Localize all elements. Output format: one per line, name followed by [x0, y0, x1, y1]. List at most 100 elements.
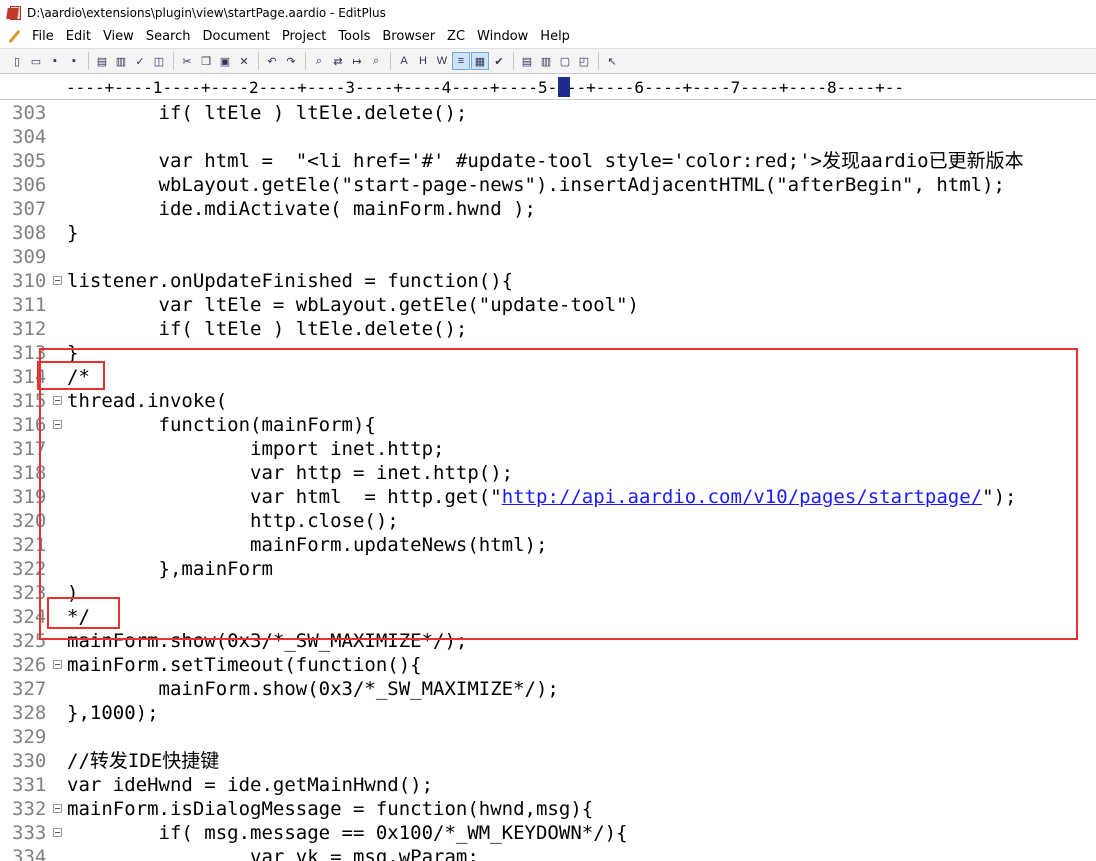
cut-icon[interactable]: ✂ — [178, 52, 196, 70]
ruler-icon[interactable]: ▦ — [471, 52, 489, 70]
window-tile-icon[interactable]: ▤ — [518, 52, 536, 70]
line-number: 328 — [12, 702, 47, 724]
code-line[interactable]: 329 — [0, 725, 1096, 749]
editplus-app-icon — [6, 6, 21, 20]
code-line[interactable]: 305 var html = "<li href='#' #update-too… — [0, 149, 1096, 173]
code-text: var vk = msg.wParam; — [67, 846, 479, 861]
save-all-icon[interactable]: ▪ — [65, 52, 83, 70]
menu-search[interactable]: Search — [140, 29, 197, 44]
code-line[interactable]: 334 var vk = msg.wParam; — [0, 845, 1096, 861]
toolbar: ▯ ▭ ▪ ▪ ▤ ▥ ✓ ◫ ✂ ❐ ▣ ✕ ↶ ↷ ⌕ ⇄ ↦ ⌕ A H W ≡ ▦ ✔ ▤ ▥ ▢ ◰ ↖ — [0, 48, 1096, 74]
code-line[interactable]: 312 if( ltEle ) ltEle.delete(); — [0, 317, 1096, 341]
goto-icon[interactable]: ↦ — [348, 52, 366, 70]
fold-toggle-icon[interactable] — [53, 276, 62, 285]
code-text: var ideHwnd = ide.getMainHwnd(); — [67, 774, 434, 796]
code-line[interactable]: 331 var ideHwnd = ide.getMainHwnd(); — [0, 773, 1096, 797]
code-text: wbLayout.getEle("start-page-news").inser… — [67, 174, 1006, 196]
pen-icon — [6, 29, 22, 45]
code-text: } — [67, 222, 79, 244]
line-number: 310 — [12, 270, 47, 292]
line-number: 333 — [12, 822, 47, 844]
code-line[interactable]: 303 if( ltEle ) ltEle.delete(); — [0, 101, 1096, 125]
code-line[interactable]: 307 ide.mdiActivate( mainForm.hwnd ); — [0, 197, 1096, 221]
menu-help[interactable]: Help — [534, 29, 576, 44]
line-number: 309 — [12, 246, 47, 268]
copy-icon[interactable]: ❐ — [197, 52, 215, 70]
code-text: //转发IDE快捷键 — [67, 750, 220, 772]
browser-preview-icon[interactable]: ◫ — [150, 52, 168, 70]
spellcheck-icon[interactable]: ✓ — [131, 52, 149, 70]
code-line[interactable]: 304 — [0, 125, 1096, 149]
menu-browser[interactable]: Browser — [376, 29, 441, 44]
word-wrap-icon[interactable]: W — [433, 52, 451, 70]
menu-file[interactable]: File — [26, 29, 60, 44]
line-number: 334 — [12, 846, 47, 861]
line-number: 331 — [12, 774, 47, 796]
toolbar-separator — [305, 52, 306, 70]
line-number: 305 — [12, 150, 47, 172]
save-icon[interactable]: ▪ — [46, 52, 64, 70]
menu-edit[interactable]: Edit — [60, 29, 97, 44]
print-icon[interactable]: ▥ — [112, 52, 130, 70]
toolbar-separator — [173, 52, 174, 70]
menu-document[interactable]: Document — [196, 29, 275, 44]
line-number: 304 — [12, 126, 47, 148]
line-number: 303 — [12, 102, 47, 124]
title-bar: D:\aardio\extensions\plugin\view\startPa… — [0, 0, 1096, 26]
code-line[interactable]: 309 — [0, 245, 1096, 269]
line-number: 308 — [12, 222, 47, 244]
code-line[interactable]: 328},1000); — [0, 701, 1096, 725]
redo-icon[interactable]: ↷ — [282, 52, 300, 70]
code-text: mainForm.setTimeout(function(){ — [67, 654, 422, 676]
menu-zc[interactable]: ZC — [441, 29, 471, 44]
menu-tools[interactable]: Tools — [332, 29, 376, 44]
line-number: 327 — [12, 678, 47, 700]
code-line[interactable]: 330 //转发IDE快捷键 — [0, 749, 1096, 773]
line-number: 311 — [12, 294, 47, 316]
code-text: var html = "<li href='#' #update-tool st… — [67, 150, 1024, 172]
fold-toggle-icon[interactable] — [53, 828, 62, 837]
annotation-box-comment-close — [47, 597, 120, 629]
menu-project[interactable]: Project — [276, 29, 332, 44]
find-icon[interactable]: ⌕ — [310, 52, 328, 70]
line-number: 306 — [12, 174, 47, 196]
line-wrap-icon[interactable]: ≡ — [452, 52, 470, 70]
code-line[interactable]: 326 mainForm.setTimeout(function(){ — [0, 653, 1096, 677]
code-line[interactable]: 333 if( msg.message == 0x100/*_WM_KEYDOW… — [0, 821, 1096, 845]
code-text: mainForm.show(0x3/*_SW_MAXIMIZE*/); — [67, 678, 559, 700]
menu-window[interactable]: Window — [471, 29, 534, 44]
full-screen-icon[interactable]: ▢ — [556, 52, 574, 70]
menu-view[interactable]: View — [97, 29, 140, 44]
line-number: 326 — [12, 654, 47, 676]
code-line[interactable]: 308} — [0, 221, 1096, 245]
fit-window-icon[interactable]: ◰ — [575, 52, 593, 70]
window-title: D:\aardio\extensions\plugin\view\startPa… — [27, 6, 386, 20]
code-line[interactable]: 311 var ltEle = wbLayout.getEle("update-… — [0, 293, 1096, 317]
code-text: if( msg.message == 0x100/*_WM_KEYDOWN*/)… — [67, 822, 628, 844]
column-ruler: ----+----1----+----2----+----3----+----4… — [0, 75, 1096, 100]
toolbar-separator — [513, 52, 514, 70]
code-line[interactable]: 306 wbLayout.getEle("start-page-news").i… — [0, 173, 1096, 197]
hex-icon[interactable]: H — [414, 52, 432, 70]
fold-toggle-icon[interactable] — [53, 804, 62, 813]
new-file-icon[interactable]: ▯ — [8, 52, 26, 70]
undo-icon[interactable]: ↶ — [263, 52, 281, 70]
menu-bar: File Edit View Search Document Project T… — [0, 26, 1096, 47]
code-line[interactable]: 332 mainForm.isDialogMessage = function(h… — [0, 797, 1096, 821]
print-preview-icon[interactable]: ▤ — [93, 52, 111, 70]
open-icon[interactable]: ▭ — [27, 52, 45, 70]
toolbar-separator — [88, 52, 89, 70]
check-icon[interactable]: ✔ — [490, 52, 508, 70]
find-in-files-icon[interactable]: ⌕ — [367, 52, 385, 70]
delete-icon[interactable]: ✕ — [235, 52, 253, 70]
code-line[interactable]: 327 mainForm.show(0x3/*_SW_MAXIMIZE*/); — [0, 677, 1096, 701]
line-number: 312 — [12, 318, 47, 340]
fold-toggle-icon[interactable] — [53, 660, 62, 669]
code-line[interactable]: 310 listener.onUpdateFinished = function(… — [0, 269, 1096, 293]
paste-icon[interactable]: ▣ — [216, 52, 234, 70]
help-cursor-icon[interactable]: ↖ — [603, 52, 621, 70]
code-text: mainForm.isDialogMessage = function(hwnd… — [67, 798, 594, 820]
replace-icon[interactable]: ⇄ — [329, 52, 347, 70]
font-icon[interactable]: A — [395, 52, 413, 70]
window-list-icon[interactable]: ▥ — [537, 52, 555, 70]
